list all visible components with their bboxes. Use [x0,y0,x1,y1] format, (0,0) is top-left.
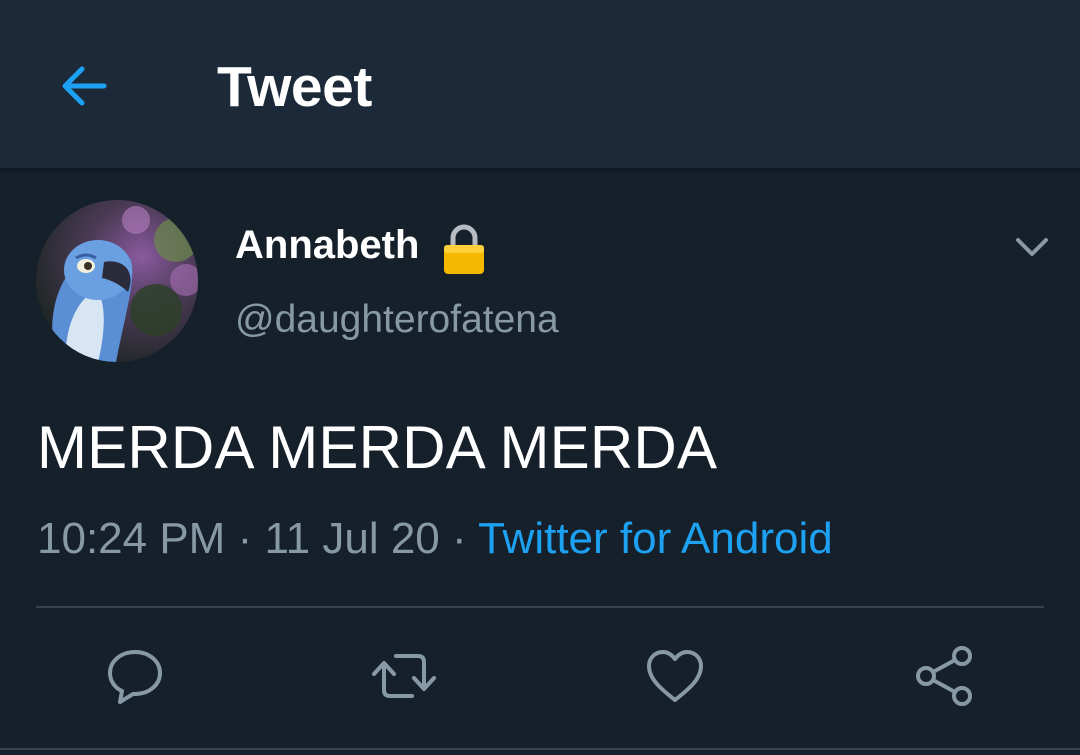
chevron-down-icon [1016,238,1048,256]
tweet-date[interactable]: 11 Jul 20 [264,514,439,563]
share-button[interactable] [908,640,980,712]
like-button[interactable] [639,640,711,712]
page-title: Tweet [217,55,372,119]
avatar[interactable] [36,200,198,362]
share-icon [916,646,972,706]
author-handle[interactable]: @daughterofatena [235,298,559,342]
author-display-name[interactable]: Annabeth [235,223,419,268]
tweet-time[interactable]: 10:24 PM [37,514,225,563]
meta-separator: · [452,514,467,563]
reply-button[interactable] [99,640,171,712]
tweet-source-link[interactable]: Twitter for Android [478,514,833,563]
retweet-button[interactable] [368,640,440,712]
divider [36,606,1044,608]
meta-separator: · [237,514,253,563]
tweet-options-button[interactable] [1008,228,1056,268]
back-button[interactable] [56,58,112,114]
top-app-bar: Tweet [0,0,1080,168]
tweet-metadata: 10:24 PM · 11 Jul 20 · Twitter for Andro… [37,514,833,564]
arrow-left-icon [62,66,107,106]
heart-icon [647,650,703,702]
tweet-text: MERDA MERDA MERDA [37,414,718,481]
lock-icon [442,222,486,276]
reply-icon [108,650,162,704]
divider [0,748,1080,750]
retweet-icon [372,654,436,698]
